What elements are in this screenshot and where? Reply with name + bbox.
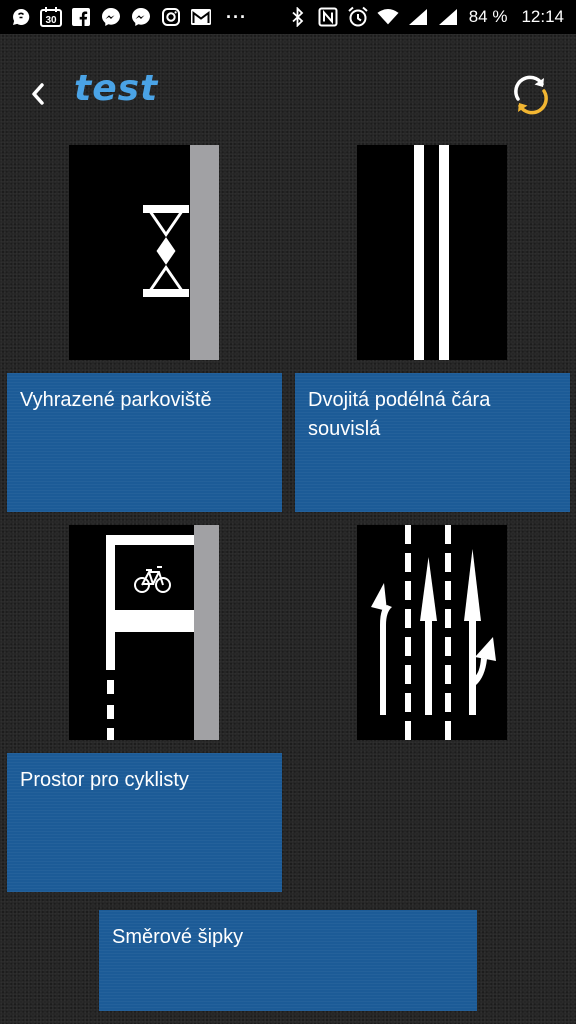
messaging-icon	[10, 6, 32, 28]
calendar-icon: 30	[40, 6, 62, 28]
facebook-icon	[70, 6, 92, 28]
refresh-button[interactable]	[508, 72, 554, 118]
wifi-icon	[377, 6, 399, 28]
bluetooth-icon	[287, 6, 309, 28]
back-button[interactable]	[20, 76, 56, 112]
more-notifications-icon: ···	[226, 7, 247, 27]
clock: 12:14	[521, 7, 564, 26]
page-title: test	[74, 68, 159, 109]
signal-icon	[407, 6, 429, 28]
card-label-direction-arrows[interactable]: Směrové šipky	[99, 910, 477, 1011]
card-label-reserved-parking[interactable]: Vyhrazené parkoviště	[7, 373, 282, 512]
cyclist-area-image[interactable]	[69, 525, 219, 740]
notification-icons: 30 ···	[10, 6, 253, 28]
messenger-icon	[100, 6, 122, 28]
system-status: 84 % 12:14	[287, 6, 566, 28]
battery-level: 84 %	[468, 7, 508, 26]
refresh-icon	[514, 75, 548, 115]
direction-arrows-image[interactable]	[357, 525, 507, 740]
messenger-icon	[130, 6, 152, 28]
calendar-day: 30	[45, 15, 57, 26]
chevron-left-icon	[32, 83, 44, 105]
card-label-double-solid-line[interactable]: Dvojitá podélná čára souvislá	[295, 373, 570, 512]
status-bar: 30 ··· 84 % 12:14	[0, 0, 576, 34]
reserved-parking-image[interactable]	[69, 145, 219, 360]
double-solid-line-image[interactable]	[357, 145, 507, 360]
card-label-cyclist-area[interactable]: Prostor pro cyklisty	[7, 753, 282, 892]
gmail-icon	[190, 6, 212, 28]
nfc-icon	[317, 6, 339, 28]
signal-icon	[437, 6, 459, 28]
instagram-icon	[160, 6, 182, 28]
app-header: test	[0, 60, 576, 130]
alarm-icon	[347, 6, 369, 28]
